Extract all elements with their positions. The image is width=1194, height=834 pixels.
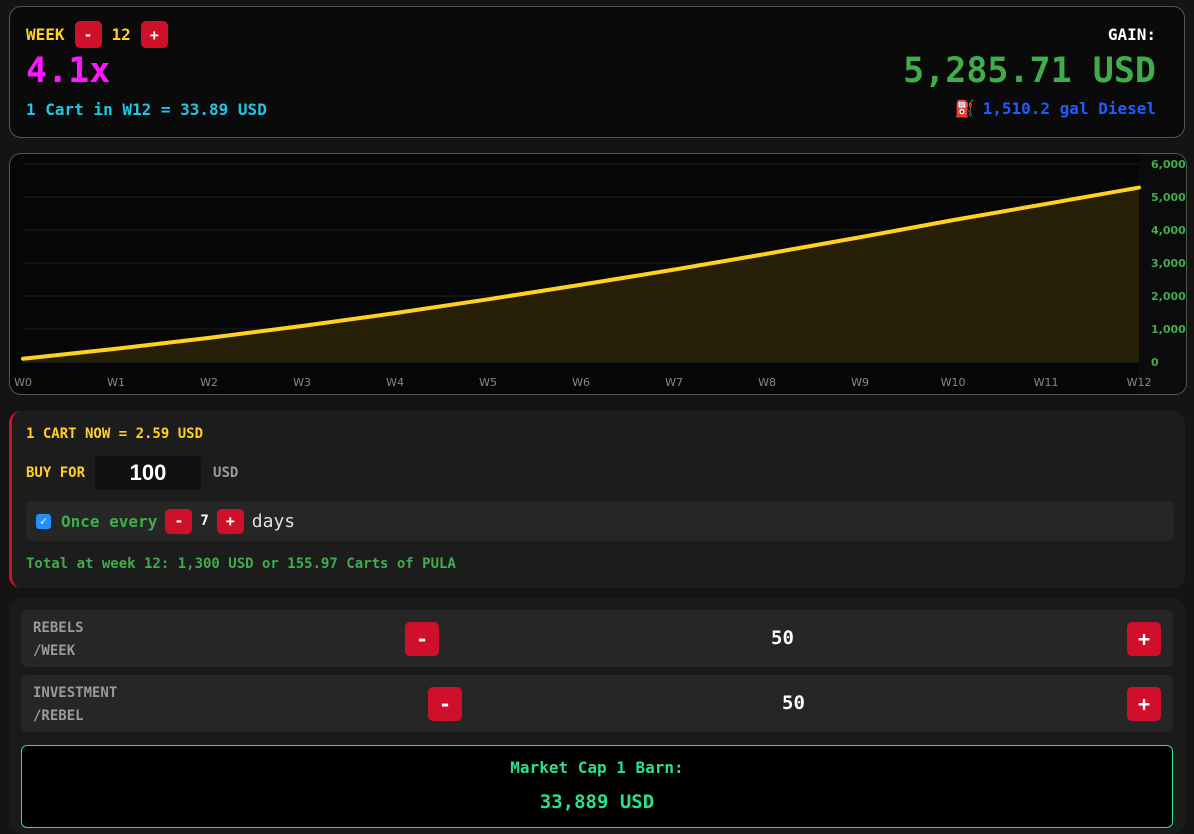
y-tick-label: 2,000 (1151, 290, 1186, 303)
x-tick-label: W12 (1127, 376, 1152, 389)
investment-per-rebel-value: 50 (782, 692, 805, 714)
buy-panel: 1 CART NOW = 2.59 USD BUY FOR USD ✓ Once… (9, 411, 1185, 588)
market-cap-value: 33,889 USD (539, 791, 655, 813)
area-fill (23, 187, 1139, 362)
x-tick-label: W3 (293, 376, 311, 389)
x-tick-label: W5 (479, 376, 497, 389)
week-increment-button[interactable]: + (140, 21, 168, 48)
rebels-per-week-row: REBELS /WEEK - 50 + (21, 610, 1173, 667)
y-tick-label: 3,000 (1151, 257, 1186, 270)
days-label: days (251, 510, 296, 532)
investment-label-line1: INVESTMENT (33, 685, 118, 701)
y-tick-label: 4,000 (1151, 224, 1186, 237)
y-tick-label: 6,000 (1151, 158, 1186, 171)
days-value: 7 (200, 513, 209, 529)
rebels-increment-button[interactable]: + (1127, 622, 1161, 656)
week-selector: WEEK - 12 + (26, 21, 168, 48)
days-increment-button[interactable]: + (216, 508, 244, 534)
recurring-buy-row: ✓ Once every - 7 + days (26, 501, 1174, 541)
investment-decrement-button[interactable]: - (428, 687, 462, 721)
x-tick-label: W8 (758, 376, 776, 389)
y-tick-label: 1,000 (1151, 323, 1186, 336)
x-tick-label: W6 (572, 376, 590, 389)
gain-label: GAIN: (1107, 25, 1156, 44)
buy-currency-unit: USD (213, 465, 239, 481)
diesel-amount: 1,510.2 gal Diesel (982, 99, 1156, 118)
growth-chart: 0 1,000 2,000 3,000 4,000 5,000 6,000 W0 W1 W2 W3 W… (9, 153, 1187, 395)
rebels-per-week-label: REBELS /WEEK (33, 617, 84, 663)
total-summary: Total at week 12: 1,300 USD or 155.97 Ca… (26, 556, 456, 572)
x-tick-label: W2 (200, 376, 218, 389)
days-decrement-button[interactable]: - (165, 508, 193, 534)
market-cap-label: Market Cap 1 Barn: (510, 758, 684, 777)
summary-panel: WEEK - 12 + 4.1x 1 Cart in W12 = 33.89 U… (9, 6, 1185, 138)
x-tick-label: W10 (941, 376, 966, 389)
x-tick-label: W9 (851, 376, 869, 389)
rebels-decrement-button[interactable]: - (405, 622, 439, 656)
once-every-label: Once every (61, 511, 158, 531)
rebels-label-line2: /WEEK (33, 643, 76, 659)
x-tick-label: W1 (107, 376, 125, 389)
recurring-checkbox[interactable]: ✓ (36, 513, 51, 529)
week-value: 12 (111, 25, 131, 44)
diesel-equivalent: ⛽ 1,510.2 gal Diesel (955, 99, 1156, 118)
buy-amount-input[interactable] (95, 456, 202, 490)
multiplier-value: 4.1x (26, 51, 111, 91)
buy-for-row: BUY FOR USD (26, 456, 238, 490)
cart-week-price: 1 Cart in W12 = 33.89 USD (26, 100, 267, 119)
x-tick-label: W7 (665, 376, 683, 389)
x-tick-label: W4 (386, 376, 404, 389)
week-decrement-button[interactable]: - (74, 21, 102, 48)
investment-per-rebel-label: INVESTMENT /REBEL (33, 682, 117, 728)
investment-increment-button[interactable]: + (1127, 687, 1161, 721)
investment-label-line2: /REBEL (33, 708, 84, 724)
parameters-panel: REBELS /WEEK - 50 + INVESTMENT /REBEL - … (9, 598, 1185, 834)
growth-chart-svg: 0 1,000 2,000 3,000 4,000 5,000 6,000 W0 W1 W2 W3 W… (14, 154, 1186, 394)
market-cap-box: Market Cap 1 Barn: 33,889 USD (21, 745, 1173, 828)
cart-now-price: 1 CART NOW = 2.59 USD (26, 426, 204, 442)
x-tick-label: W11 (1034, 376, 1059, 389)
rebels-per-week-value: 50 (771, 627, 794, 649)
rebels-label-line1: REBELS (33, 620, 84, 636)
y-tick-label: 5,000 (1151, 191, 1186, 204)
x-tick-label: W0 (14, 376, 32, 389)
week-label: WEEK (26, 25, 65, 44)
investment-per-rebel-row: INVESTMENT /REBEL - 50 + (21, 675, 1173, 732)
gain-value: 5,285.71 USD (903, 51, 1156, 91)
fuel-pump-icon: ⛽ (954, 99, 975, 118)
y-tick-label: 0 (1151, 356, 1159, 369)
buy-for-label: BUY FOR (26, 465, 86, 481)
